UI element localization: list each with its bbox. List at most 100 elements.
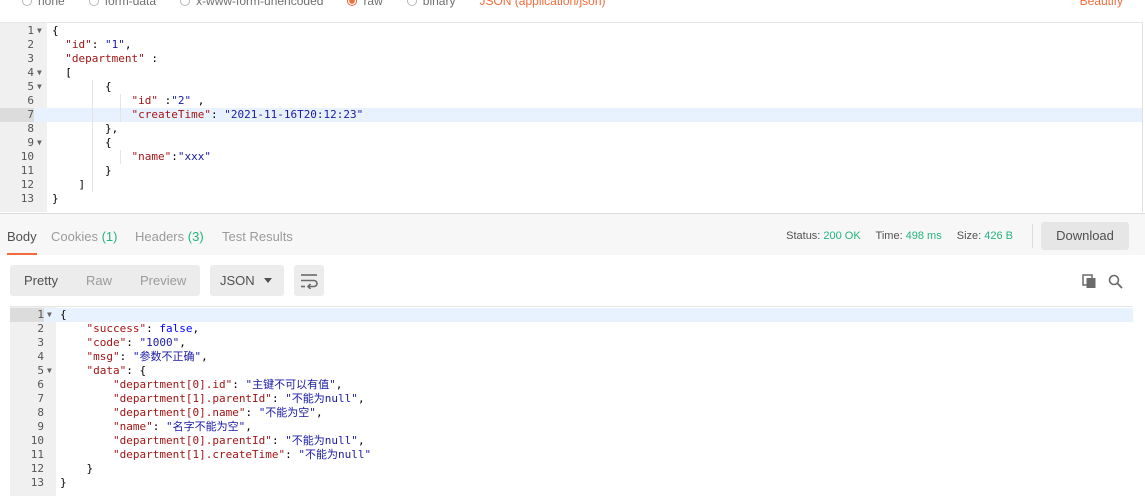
tab-headers[interactable]: Headers (3) [135, 214, 204, 256]
line-number: 7 [37, 392, 44, 405]
code-line[interactable]: 12 ] [0, 178, 1142, 192]
code-line[interactable]: 11 } [0, 164, 1142, 178]
radio-raw[interactable]: raw [347, 0, 383, 8]
fold-arrow-icon[interactable]: ▼ [37, 66, 42, 80]
code-line[interactable]: 8 }, [0, 122, 1142, 136]
radio-label: x-www-form-urlencoded [196, 0, 324, 8]
time-value[interactable]: 498 ms [906, 230, 942, 242]
radio-form-data[interactable]: form-data [88, 0, 156, 8]
radio-binary[interactable]: binary [406, 0, 456, 8]
line-number: 12 [20, 178, 34, 191]
code-line[interactable]: 5 ▼ "data": { [10, 364, 1133, 378]
beautify-link[interactable]: Beautify [1080, 0, 1123, 8]
tab-label: Body [7, 229, 37, 244]
code-text: [ [52, 66, 72, 79]
divider [1032, 224, 1033, 248]
indent-guide [92, 80, 93, 192]
tab-cookies[interactable]: Cookies (1) [51, 214, 117, 256]
line-number: 1 [10, 308, 44, 322]
code-line[interactable]: 4 "msg": "参数不正确", [10, 350, 1133, 364]
line-number: 13 [20, 192, 34, 205]
code-line[interactable]: 6 "id" :"2" , [0, 94, 1142, 108]
size-value[interactable]: 426 B [984, 230, 1013, 242]
code-line[interactable]: 7 "department[1].parentId": "不能为null", [10, 392, 1133, 406]
code-line[interactable]: 10 "department[0].parentId": "不能为null", [10, 434, 1133, 448]
line-number: 13 [30, 476, 44, 489]
code-line[interactable]: 5 ▼ { [0, 80, 1142, 94]
status-label: Status: [786, 230, 821, 242]
radio-dot-icon [347, 0, 358, 6]
view-pretty-button[interactable]: Pretty [10, 265, 72, 296]
fold-arrow-icon[interactable]: ▼ [37, 80, 42, 94]
code-line[interactable]: 12 } [10, 462, 1133, 476]
code-text: "data": { [86, 364, 147, 377]
radio-dot-icon [180, 0, 191, 6]
view-raw-button[interactable]: Raw [72, 265, 126, 296]
code-text: "msg": "参数不正确", [86, 350, 208, 363]
line-number: 8 [27, 122, 34, 135]
status-value[interactable]: 200 OK [823, 230, 860, 242]
line-number: 3 [27, 52, 34, 65]
code-line[interactable]: 10 "name":"xxx" [0, 150, 1142, 164]
code-line[interactable]: 13} [0, 192, 1142, 206]
format-select[interactable]: JSON [210, 265, 284, 296]
radio-urlencoded[interactable]: x-www-form-urlencoded [180, 0, 323, 8]
code-line[interactable]: 9 "name": "名字不能为空", [10, 420, 1133, 434]
code-text: "id": "1", [65, 38, 132, 51]
code-line[interactable]: 1 ▼ { [0, 24, 1142, 38]
code-line[interactable]: 8 "department[0].name": "不能为空", [10, 406, 1133, 420]
code-line[interactable]: 13} [10, 476, 1133, 490]
code-line[interactable]: 1 ▼ { [10, 308, 1133, 322]
size-label: Size: [956, 230, 982, 242]
radio-label: binary [422, 0, 456, 8]
fold-arrow-icon[interactable]: ▼ [37, 136, 42, 150]
fold-arrow-icon[interactable]: ▼ [37, 24, 42, 38]
tab-label: Headers [135, 229, 185, 244]
fold-arrow-icon[interactable]: ▼ [47, 308, 52, 322]
wrap-lines-icon [301, 274, 318, 289]
code-line[interactable]: 6 "department[0].id": "主键不可以有值", [10, 378, 1133, 392]
tab-body[interactable]: Body [7, 214, 37, 256]
line-number: 10 [20, 150, 34, 163]
request-body-editor[interactable]: 1 ▼{2 "id": "1", 3 "department" :4 ▼ [5 ▼ {6… [0, 22, 1143, 212]
line-number: 5 [27, 80, 34, 93]
code-line[interactable]: 11 "department[1].createTime": "不能为null" [10, 448, 1133, 462]
search-icon[interactable] [1108, 274, 1123, 289]
response-format-toolbar: Pretty Raw Preview JSON [0, 255, 1145, 305]
code-text: { [52, 80, 112, 93]
code-line[interactable]: 3 "department" : [0, 52, 1142, 66]
code-text: "createTime": "2021-11-16T20:12:23" [131, 108, 364, 121]
raw-type-dropdown[interactable]: JSON (application/json) [479, 0, 605, 8]
tab-test-results[interactable]: Test Results [222, 214, 293, 256]
radio-none[interactable]: none [22, 0, 65, 8]
code-line[interactable]: 9 ▼ { [0, 136, 1142, 150]
response-tab-bar: Body Cookies (1) Headers (3) Test Result… [0, 213, 1145, 256]
line-number: 10 [30, 434, 44, 447]
wrap-lines-button[interactable] [294, 265, 324, 296]
view-preview-button[interactable]: Preview [126, 265, 200, 296]
code-line[interactable]: 7 "createTime": "2021-11-16T20:12:23" [0, 108, 1142, 122]
view-mode-group: Pretty Raw Preview [10, 265, 200, 296]
line-number: 2 [27, 38, 34, 51]
code-line[interactable]: 4 ▼ [ [0, 66, 1142, 80]
tab-label: Test Results [222, 229, 293, 244]
radio-dot-icon [22, 0, 32, 6]
code-text: "name": "名字不能为空", [112, 420, 252, 433]
tab-label: Cookies [51, 229, 98, 244]
copy-icon[interactable] [1082, 274, 1097, 289]
radio-label: raw [363, 0, 383, 8]
line-number: 4 [27, 66, 34, 79]
fold-arrow-icon[interactable]: ▼ [47, 364, 52, 378]
download-button[interactable]: Download [1041, 222, 1129, 250]
body-type-selector: none form-data x-www-form-urlencoded raw… [0, 0, 1145, 11]
line-number: 11 [20, 164, 34, 177]
code-line[interactable]: 2 "id": "1", [0, 38, 1142, 52]
code-line[interactable]: 3 "code": "1000", [10, 336, 1133, 350]
response-meta: Status: 200 OK Time: 498 ms Size: 426 B [786, 214, 1025, 256]
code-line[interactable]: 2 "success": false, [10, 322, 1133, 336]
code-text: } [52, 192, 59, 205]
response-body-viewer[interactable]: 1 ▼{2 "success": false, 3 "code": "1000", 4… [10, 306, 1133, 496]
code-text: "department[1].parentId": "不能为null", [112, 392, 365, 405]
tab-count: (1) [101, 229, 118, 244]
code-text: } [60, 462, 94, 475]
